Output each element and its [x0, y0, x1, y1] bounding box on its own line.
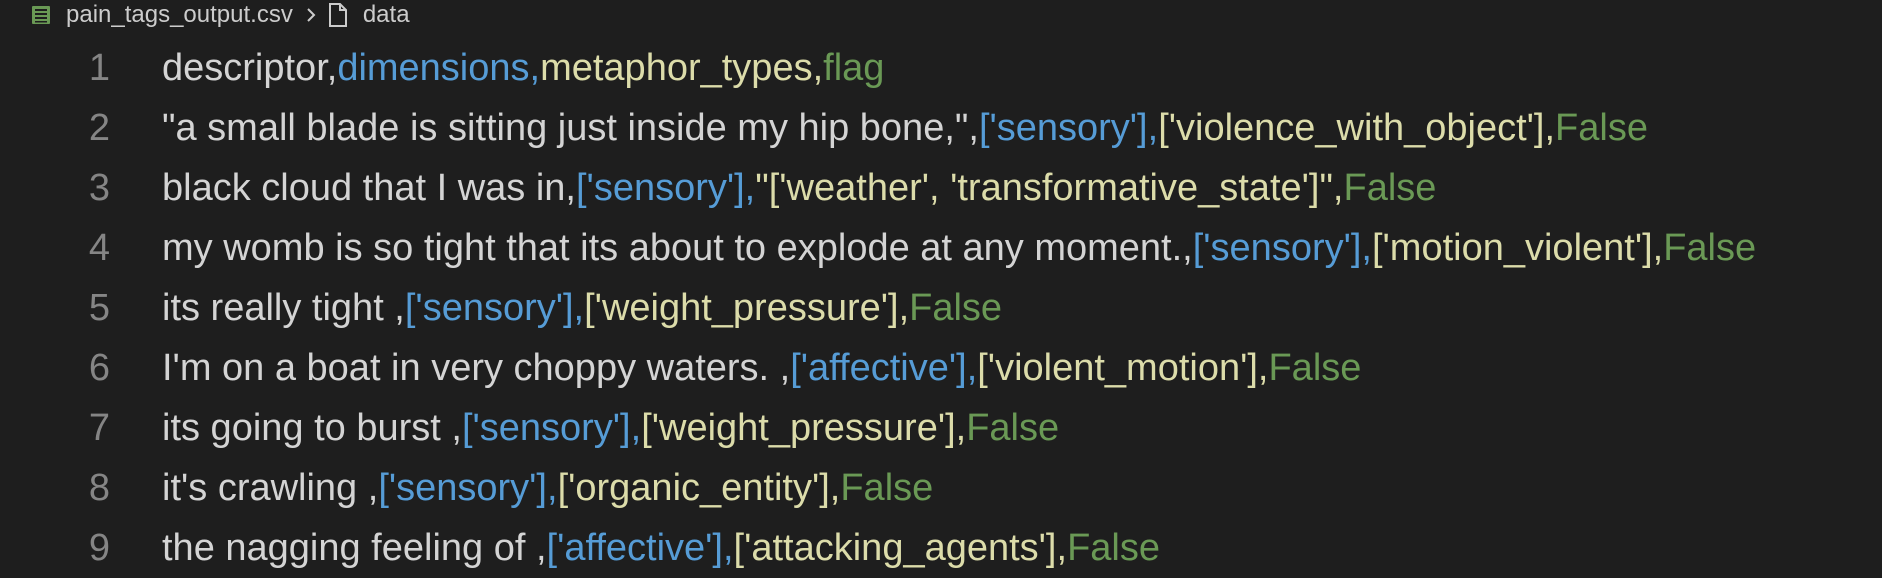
csv-field-flag: False [966, 406, 1060, 449]
code-line[interactable]: 3 black cloud that I was in, ['sensory'],… [0, 158, 1882, 218]
csv-field-metaphor-types: ['violence_with_object'], [1158, 106, 1556, 149]
line-content[interactable]: I'm on a boat in very choppy waters. , ['… [162, 347, 1361, 390]
chevron-right-icon [303, 4, 319, 26]
breadcrumb-symbol[interactable]: data [363, 1, 410, 29]
csv-field-flag: False [1268, 346, 1362, 389]
csv-field-descriptor: its really tight , [162, 286, 405, 329]
csv-field-flag: False [1067, 526, 1160, 569]
csv-field-dimensions: ['affective'], [546, 526, 734, 569]
code-line[interactable]: 9 the nagging feeling of , ['affective'],… [0, 518, 1882, 578]
csv-field-flag: flag [823, 46, 885, 89]
csv-field-metaphor-types: ['weight_pressure'], [641, 406, 967, 449]
csv-field-dimensions: ['sensory'], [378, 466, 558, 509]
csv-field-dimensions: dimensions, [337, 46, 541, 89]
csv-field-dimensions: ['sensory'], [978, 106, 1159, 149]
csv-field-metaphor-types: ['attacking_agents'], [733, 526, 1068, 569]
csv-field-dimensions: ['affective'], [790, 346, 978, 389]
line-content[interactable]: its going to burst , ['sensory'], ['weight… [162, 407, 1059, 450]
file-icon [327, 2, 349, 28]
csv-field-metaphor-types: ['organic_entity'], [557, 466, 841, 509]
breadcrumb: pain_tags_output.csv data [0, 0, 1882, 30]
code-line[interactable]: 5 its really tight , ['sensory'], ['weight… [0, 278, 1882, 338]
line-content[interactable]: my womb is so tight that its about to ex… [162, 227, 1756, 270]
code-line[interactable]: 1 descriptor, dimensions, metaphor_types, f… [0, 38, 1882, 98]
code-line[interactable]: 6 I'm on a boat in very choppy waters. ,… [0, 338, 1882, 398]
code-line[interactable]: 8 it's crawling , ['sensory'], ['organic_e… [0, 458, 1882, 518]
csv-field-dimensions: ['sensory'], [576, 166, 756, 209]
csv-field-metaphor-types: metaphor_types, [540, 46, 824, 89]
csv-field-metaphor-types: ['motion_violent'], [1371, 226, 1664, 269]
csv-field-descriptor: the nagging feeling of , [162, 526, 547, 569]
line-number: 8 [88, 466, 110, 509]
csv-field-descriptor: descriptor, [162, 46, 338, 89]
csv-field-flag: False [909, 286, 1003, 329]
csv-field-flag: False [1343, 166, 1437, 209]
csv-field-descriptor: black cloud that I was in, [162, 166, 576, 209]
breadcrumb-file[interactable]: pain_tags_output.csv [66, 1, 293, 29]
csv-field-descriptor: "a small blade is sitting just inside my… [162, 106, 979, 149]
csv-field-dimensions: ['sensory'], [1192, 226, 1372, 269]
csv-field-descriptor: my womb is so tight that its about to ex… [162, 226, 1193, 269]
line-content[interactable]: "a small blade is sitting just inside my… [162, 107, 1648, 150]
line-content[interactable]: descriptor, dimensions, metaphor_types, fla… [162, 47, 884, 90]
line-content[interactable]: black cloud that I was in, ['sensory'], "[… [162, 167, 1436, 210]
table-icon [30, 4, 52, 26]
line-number: 1 [88, 46, 110, 89]
csv-field-flag: False [1663, 226, 1757, 269]
csv-field-dimensions: ['sensory'], [404, 286, 585, 329]
csv-field-flag: False [1555, 106, 1648, 149]
line-number: 6 [88, 346, 110, 389]
line-content[interactable]: its really tight , ['sensory'], ['weight_p… [162, 287, 1002, 330]
code-line[interactable]: 4 my womb is so tight that its about to … [0, 218, 1882, 278]
line-content[interactable]: it's crawling , ['sensory'], ['organic_ent… [162, 467, 933, 510]
csv-field-metaphor-types: ['violent_motion'], [977, 346, 1269, 389]
line-number: 2 [88, 106, 110, 149]
line-number: 3 [88, 166, 110, 209]
csv-field-dimensions: ['sensory'], [461, 406, 642, 449]
csv-field-flag: False [840, 466, 934, 509]
code-line[interactable]: 7 its going to burst , ['sensory'], ['weig… [0, 398, 1882, 458]
line-number: 5 [88, 286, 110, 329]
csv-field-metaphor-types: "['weather', 'transformative_state']", [755, 166, 1344, 209]
csv-field-descriptor: its going to burst , [162, 406, 462, 449]
line-content[interactable]: the nagging feeling of , ['affective'], ['… [162, 527, 1160, 570]
csv-field-descriptor: it's crawling , [162, 466, 379, 509]
csv-field-descriptor: I'm on a boat in very choppy waters. , [162, 346, 791, 389]
line-number: 4 [88, 226, 110, 269]
code-line[interactable]: 2 "a small blade is sitting just inside … [0, 98, 1882, 158]
line-number: 7 [88, 406, 110, 449]
line-number: 9 [88, 526, 110, 569]
csv-field-metaphor-types: ['weight_pressure'], [584, 286, 910, 329]
editor[interactable]: 1 descriptor, dimensions, metaphor_types, f… [0, 38, 1882, 578]
